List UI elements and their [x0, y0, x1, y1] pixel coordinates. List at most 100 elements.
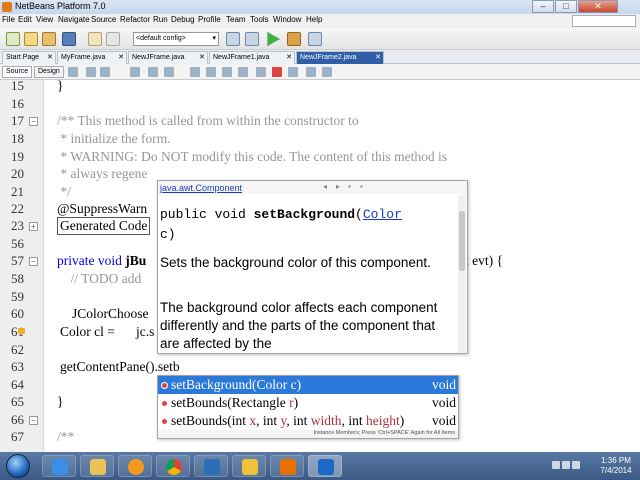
close-icon[interactable]: ✕ — [118, 52, 124, 63]
undo-icon[interactable] — [88, 32, 102, 46]
taskbar-media-player[interactable] — [118, 455, 152, 477]
completion-type: void — [431, 395, 456, 410]
back-icon[interactable]: ◂ — [323, 183, 332, 191]
taskbar-security[interactable] — [232, 455, 266, 477]
menu-help[interactable]: Help — [306, 15, 322, 24]
menu-edit[interactable]: Edit — [18, 15, 32, 24]
code-comment: * always regene — [57, 166, 148, 181]
uncomment-icon[interactable] — [322, 67, 332, 77]
menu-source[interactable]: Source — [91, 15, 116, 24]
clean-build-icon[interactable] — [245, 32, 259, 46]
menu-view[interactable]: View — [36, 15, 53, 24]
flag-icon[interactable] — [552, 461, 560, 469]
menu-tools[interactable]: Tools — [250, 15, 269, 24]
close-button[interactable]: ✕ — [578, 0, 618, 13]
menu-profile[interactable]: Profile — [198, 15, 221, 24]
record-macro-icon[interactable] — [272, 67, 282, 77]
completion-item[interactable]: setBounds(int x, int y, int width, int h… — [158, 412, 458, 430]
netbeans-logo-icon — [2, 2, 12, 12]
close-icon[interactable]: ✕ — [375, 52, 381, 63]
new-file-icon[interactable] — [6, 32, 20, 46]
tab-myframe[interactable]: MyFrame.java ✕ — [57, 51, 127, 64]
taskbar-virtualbox[interactable] — [194, 455, 228, 477]
param-name: width — [310, 413, 342, 428]
history-icon[interactable] — [68, 67, 78, 77]
profile-icon[interactable] — [308, 32, 322, 46]
completion-item[interactable]: setBounds(Rectangle r) void — [158, 394, 458, 412]
network-icon[interactable] — [562, 461, 570, 469]
completion-item[interactable]: setBackground(Color c) void — [158, 376, 458, 394]
generated-code-fold[interactable]: Generated Code — [57, 217, 151, 235]
toggle-bookmark-icon[interactable] — [206, 67, 216, 77]
search-input[interactable] — [572, 15, 636, 27]
build-icon[interactable] — [226, 32, 240, 46]
menu-file[interactable]: File — [2, 15, 15, 24]
menu-refactor[interactable]: Refactor — [120, 15, 150, 24]
stop-macro-icon[interactable] — [288, 67, 298, 77]
main-toolbar: <default config> ▾ — [0, 28, 640, 50]
forward-icon[interactable]: ▸ — [336, 183, 345, 191]
shift-left-icon[interactable] — [256, 67, 266, 77]
find-icon[interactable] — [130, 67, 140, 77]
minimize-button[interactable]: – — [532, 0, 554, 13]
tab-start-page[interactable]: Start Page ✕ — [2, 51, 56, 64]
warning-icon[interactable] — [18, 328, 25, 334]
line-number: 18 — [11, 131, 24, 146]
find-next-icon[interactable] — [164, 67, 174, 77]
menu-debug[interactable]: Debug — [171, 15, 195, 24]
save-all-icon[interactable] — [62, 32, 76, 46]
fold-toggle[interactable]: − — [29, 416, 38, 425]
forward-icon[interactable] — [100, 67, 110, 77]
maximize-button[interactable]: □ — [555, 0, 577, 13]
run-icon[interactable] — [267, 32, 280, 46]
menu-team[interactable]: Team — [226, 15, 246, 24]
fold-toggle[interactable]: − — [29, 257, 38, 266]
javadoc-paragraph: Sets the background color of this compon… — [160, 255, 431, 270]
next-bookmark-icon[interactable] — [238, 67, 248, 77]
taskbar-explorer[interactable] — [80, 455, 114, 477]
toggle-highlight-icon[interactable] — [190, 67, 200, 77]
design-view-button[interactable]: Design — [34, 66, 64, 78]
comment-icon[interactable] — [306, 67, 316, 77]
menu-navigate[interactable]: Navigate — [58, 15, 90, 24]
tab-label: NewJFrame1.java — [213, 54, 270, 61]
source-view-button[interactable]: Source — [2, 66, 33, 78]
config-dropdown[interactable]: <default config> ▾ — [133, 32, 219, 46]
tab-newjframe[interactable]: NewJFrame.java ✕ — [128, 51, 208, 64]
menu-run[interactable]: Run — [153, 15, 168, 24]
taskbar-java[interactable] — [270, 455, 304, 477]
chevron-down-icon: ▾ — [212, 35, 216, 42]
goto-source-icon[interactable]: ▪ — [360, 183, 369, 191]
sig-param-type-link[interactable]: Color — [363, 207, 402, 222]
close-icon[interactable]: ✕ — [286, 52, 292, 63]
debug-icon[interactable] — [287, 32, 301, 46]
fold-toggle[interactable]: − — [29, 117, 38, 126]
menu-window[interactable]: Window — [273, 15, 301, 24]
taskbar-chrome[interactable] — [156, 455, 190, 477]
previous-bookmark-icon[interactable] — [222, 67, 232, 77]
taskbar-ie[interactable] — [42, 455, 76, 477]
tab-newjframe1[interactable]: NewJFrame1.java ✕ — [209, 51, 295, 64]
close-icon[interactable]: ✕ — [47, 52, 53, 63]
javadoc-class-link[interactable]: java.awt.Component — [160, 183, 242, 193]
javadoc-scrollbar[interactable] — [458, 195, 466, 353]
clock[interactable]: 1:36 PM 7/4/2014 — [596, 456, 636, 476]
javadoc-paragraph: The background color affects each compon… — [160, 300, 438, 351]
redo-icon[interactable] — [106, 32, 120, 46]
tab-newjframe2[interactable]: NewJFrame2.java ✕ — [296, 51, 384, 64]
find-previous-icon[interactable] — [148, 67, 158, 77]
taskbar-netbeans[interactable] — [308, 455, 342, 477]
windows-start-icon[interactable] — [6, 454, 30, 478]
open-browser-icon[interactable]: ▪ — [348, 183, 357, 191]
line-number: 66 — [11, 412, 24, 427]
back-icon[interactable] — [86, 67, 96, 77]
scrollbar-thumb[interactable] — [459, 211, 465, 271]
new-project-icon[interactable] — [24, 32, 38, 46]
fold-toggle[interactable]: + — [29, 222, 38, 231]
system-tray[interactable] — [552, 461, 592, 471]
clock-date: 7/4/2014 — [600, 466, 632, 475]
close-icon[interactable]: ✕ — [199, 52, 205, 63]
line-number-gutter: 15 16 17 − 18 19 20 21 22 23 + 56 57 − 5… — [0, 78, 44, 452]
volume-icon[interactable] — [572, 461, 580, 469]
open-icon[interactable] — [42, 32, 56, 46]
